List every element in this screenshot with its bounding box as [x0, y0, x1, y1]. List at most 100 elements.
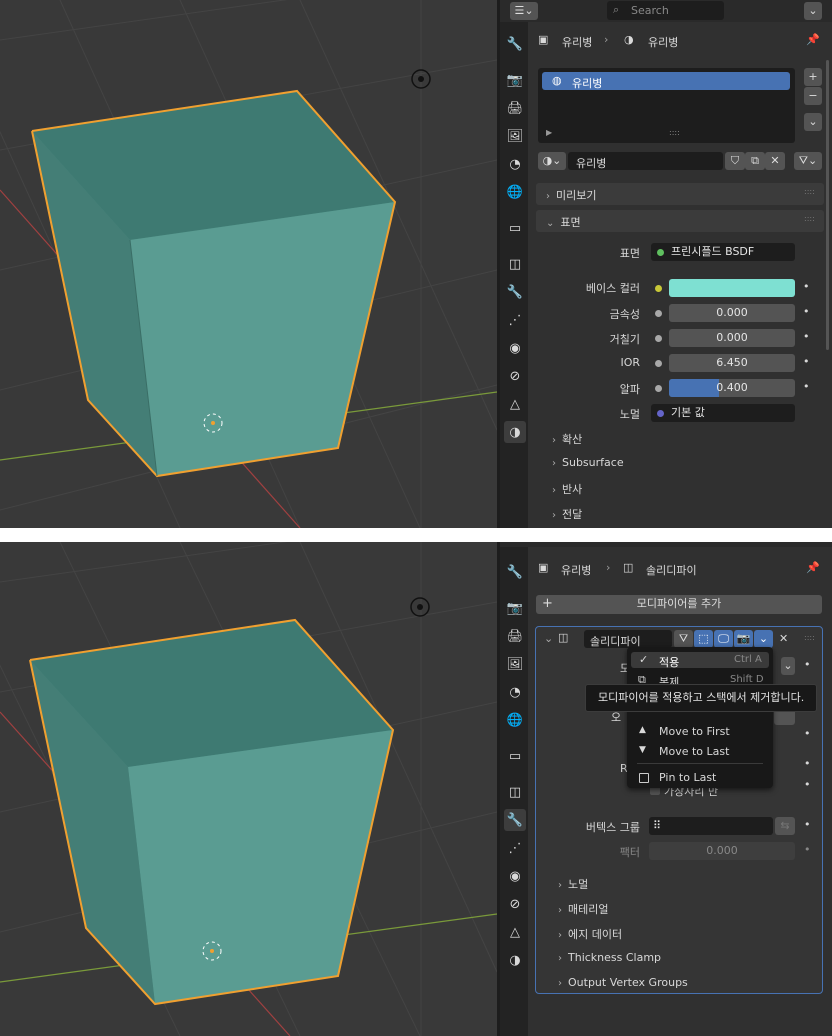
edit-mode-icon[interactable]: ⬚: [694, 630, 713, 648]
collapse-chevron-icon[interactable]: ⌄: [544, 632, 553, 645]
specular-subsection[interactable]: › 반사: [552, 481, 582, 497]
unlink-material-icon[interactable]: ✕: [765, 152, 785, 170]
world-tab-icon[interactable]: 🌐: [504, 181, 526, 203]
editor-type-button[interactable]: ☰⌄: [510, 2, 538, 20]
surface-shader-field[interactable]: 프린시플드 BSDF: [651, 243, 795, 261]
drag-handle-icon[interactable]: ::::: [804, 214, 815, 223]
preview-section-header[interactable]: › 미리보기 ::::: [536, 183, 824, 205]
thickness-clamp-subsection[interactable]: › Thickness Clamp: [558, 951, 661, 964]
render-tab-icon[interactable]: 📷: [504, 69, 526, 91]
pin-icon[interactable]: 📌: [806, 33, 820, 46]
move-to-last-menu-item[interactable]: ▼ Move to Last: [631, 743, 769, 759]
keyframe-dot-icon[interactable]: •: [804, 778, 811, 791]
pin-checkbox[interactable]: [639, 773, 649, 783]
search-input[interactable]: ⌕ Search: [607, 1, 724, 20]
edit-mode-cage-icon[interactable]: ⛛: [674, 630, 693, 648]
tool-tab-icon[interactable]: 🔧: [504, 561, 526, 583]
constraints-tab-icon[interactable]: ⊘: [504, 365, 526, 387]
drag-handle-icon[interactable]: ::::: [804, 187, 815, 196]
ior-field[interactable]: 6.450: [669, 354, 795, 372]
collection-tab-icon[interactable]: ▭: [504, 217, 526, 239]
material-name-field[interactable]: 유리병: [568, 152, 723, 170]
value-socket-icon[interactable]: [655, 385, 662, 392]
transmission-subsection[interactable]: › 전달: [552, 506, 582, 522]
value-socket-icon[interactable]: [655, 335, 662, 342]
constraints-tab-icon[interactable]: ⊘: [504, 893, 526, 915]
move-to-first-menu-item[interactable]: ▲ Move to First: [631, 723, 769, 739]
tool-tab-icon[interactable]: 🔧: [504, 33, 526, 55]
physics-tab-icon[interactable]: ◉: [504, 865, 526, 887]
keyframe-dot-icon[interactable]: •: [803, 330, 810, 343]
data-tab-icon[interactable]: △: [504, 921, 526, 943]
scene-tab-icon[interactable]: ◔: [504, 153, 526, 175]
physics-tab-icon[interactable]: ◉: [504, 337, 526, 359]
collection-tab-icon[interactable]: ▭: [504, 745, 526, 767]
factor-field[interactable]: 0.000: [649, 842, 795, 860]
render-tab-icon[interactable]: 📷: [504, 597, 526, 619]
pin-icon[interactable]: 📌: [806, 561, 820, 574]
link-mode-dropdown[interactable]: ⛛⌄: [794, 152, 822, 170]
surface-section-header[interactable]: ⌄ 표면 ::::: [536, 210, 824, 232]
options-dropdown-button[interactable]: ⌄: [804, 2, 822, 20]
keyframe-dot-icon[interactable]: •: [804, 727, 811, 740]
output-tab-icon[interactable]: 🖨: [504, 625, 526, 647]
keyframe-dot-icon[interactable]: •: [803, 305, 810, 318]
world-tab-icon[interactable]: 🌐: [504, 709, 526, 731]
diffuse-subsection[interactable]: › 확산: [552, 431, 582, 447]
add-slot-button[interactable]: +: [804, 68, 822, 86]
modifier-tab-icon[interactable]: 🔧: [504, 281, 526, 303]
roughness-field[interactable]: 0.000: [669, 329, 795, 347]
modifier-tab-icon[interactable]: 🔧: [504, 809, 526, 831]
material-slot-list[interactable]: ◍ 유리병 ▶ ::::: [538, 68, 795, 143]
data-tab-icon[interactable]: △: [504, 393, 526, 415]
material-tab-icon[interactable]: ◑: [504, 421, 526, 443]
apply-menu-item[interactable]: ✓ 적용 Ctrl A: [631, 652, 769, 669]
normals-subsection[interactable]: › 노멀: [558, 876, 588, 892]
edge-data-subsection[interactable]: › 에지 데이터: [558, 926, 622, 942]
keyframe-dot-icon[interactable]: •: [803, 355, 810, 368]
fake-user-shield-icon[interactable]: ⛉: [725, 152, 745, 170]
browse-material-button[interactable]: ◑⌄: [538, 152, 566, 170]
metallic-field[interactable]: 0.000: [669, 304, 795, 322]
drag-handle-icon[interactable]: ::::: [804, 633, 815, 642]
keyframe-dot-icon[interactable]: •: [804, 843, 811, 856]
keyframe-dot-icon[interactable]: •: [804, 658, 811, 671]
alpha-slider[interactable]: 0.400: [669, 379, 795, 397]
particles-tab-icon[interactable]: ⋰: [504, 837, 526, 859]
pin-to-last-menu-item[interactable]: Pin to Last: [631, 769, 769, 785]
object-tab-icon[interactable]: ◫: [504, 253, 526, 275]
value-socket-icon[interactable]: [655, 360, 662, 367]
output-vertex-groups-subsection[interactable]: › Output Vertex Groups: [558, 976, 688, 989]
keyframe-dot-icon[interactable]: •: [803, 380, 810, 393]
output-tab-icon[interactable]: 🖨: [504, 97, 526, 119]
modifier-menu-chevron-icon[interactable]: ⌄: [754, 630, 773, 648]
particles-tab-icon[interactable]: ⋰: [504, 309, 526, 331]
render-camera-icon[interactable]: 📷: [734, 630, 753, 648]
value-socket-icon[interactable]: [655, 310, 662, 317]
vertex-group-field[interactable]: ⠿: [649, 817, 773, 835]
object-tab-icon[interactable]: ◫: [504, 781, 526, 803]
base-color-swatch[interactable]: [669, 279, 795, 297]
duplicate-material-icon[interactable]: ⧉: [745, 152, 765, 170]
subsurface-subsection[interactable]: › Subsurface: [552, 456, 624, 469]
add-modifier-button[interactable]: + 모디파이어를 추가: [536, 595, 822, 614]
expand-arrow-icon[interactable]: ▶: [546, 128, 552, 137]
scene-tab-icon[interactable]: ◔: [504, 681, 526, 703]
viewport-display-icon[interactable]: 🖵: [714, 630, 733, 648]
keyframe-dot-icon[interactable]: •: [804, 818, 811, 831]
slot-specials-button[interactable]: ⌄: [804, 113, 822, 131]
material-slot-item[interactable]: ◍ 유리병: [542, 72, 790, 90]
materials-subsection[interactable]: › 매테리얼: [558, 901, 608, 917]
remove-slot-button[interactable]: −: [804, 87, 822, 105]
view-layer-tab-icon[interactable]: 🖼: [504, 125, 526, 147]
resize-handle-icon[interactable]: ::::: [669, 128, 680, 137]
normal-field[interactable]: 기본 값: [651, 404, 795, 422]
material-tab-icon[interactable]: ◑: [504, 949, 526, 971]
delete-modifier-icon[interactable]: ✕: [779, 632, 788, 645]
view-layer-tab-icon[interactable]: 🖼: [504, 653, 526, 675]
color-socket-icon[interactable]: [655, 285, 662, 292]
keyframe-dot-icon[interactable]: •: [803, 280, 810, 293]
keyframe-dot-icon[interactable]: •: [804, 757, 811, 770]
3d-viewport[interactable]: [0, 0, 497, 528]
panel-scrollbar[interactable]: [826, 60, 829, 350]
